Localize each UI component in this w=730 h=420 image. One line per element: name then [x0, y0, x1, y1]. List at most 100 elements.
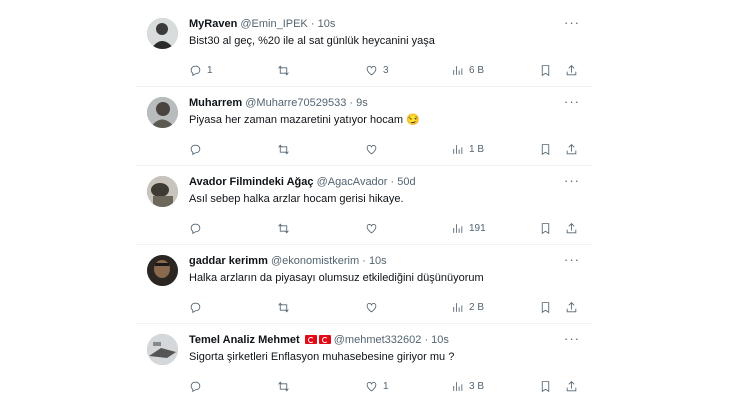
retweet-button[interactable] — [277, 62, 295, 78]
like-button[interactable] — [365, 141, 383, 157]
user-handle[interactable]: @mehmet332602 — [334, 334, 422, 346]
share-button[interactable] — [565, 220, 578, 236]
reply-icon — [190, 223, 201, 234]
bookmark-icon — [541, 301, 550, 313]
reply-button[interactable] — [189, 220, 207, 236]
more-icon[interactable]: ··· — [564, 16, 580, 29]
views-count: 191 — [469, 222, 486, 234]
retweet-icon — [278, 301, 289, 313]
bookmark-button[interactable] — [539, 299, 552, 315]
action-bar: 2 B — [189, 299, 581, 315]
timestamp[interactable]: 10s — [318, 18, 336, 30]
more-icon[interactable]: ··· — [564, 95, 580, 108]
tweet-text: Halka arzların da piyasayı olumsuz etkil… — [189, 272, 484, 284]
avatar[interactable] — [147, 255, 178, 286]
reply-button[interactable]: 1 — [189, 62, 213, 78]
share-button[interactable] — [565, 141, 578, 157]
retweet-button[interactable] — [277, 220, 295, 236]
more-icon[interactable]: ··· — [564, 332, 580, 345]
timestamp[interactable]: 10s — [431, 334, 449, 346]
like-button[interactable]: 3 — [365, 62, 389, 78]
reply-count: 1 — [207, 64, 213, 76]
tweet-text: Piyasa her zaman mazaretini yatıyor hoca… — [189, 114, 420, 126]
bookmark-icon — [541, 380, 550, 392]
bookmark-button[interactable] — [539, 141, 552, 157]
share-icon — [566, 64, 577, 75]
views-button[interactable]: 2 B — [451, 299, 484, 315]
tweet-text: Sigorta şirketleri Enflasyon muhasebesin… — [189, 351, 455, 363]
action-bar: 1 3 6 B — [189, 62, 581, 78]
user-handle[interactable]: @ekonomistkerim — [271, 255, 359, 267]
share-button[interactable] — [565, 62, 578, 78]
display-name[interactable]: gaddar kerimm — [189, 255, 268, 267]
views-button[interactable]: 3 B — [451, 378, 484, 394]
views-button[interactable]: 191 — [451, 220, 486, 236]
views-button[interactable]: 6 B — [451, 62, 484, 78]
tweet[interactable]: gaddar kerimm @ekonomistkerim · 10s ··· … — [135, 245, 592, 324]
timestamp[interactable]: 9s — [356, 97, 368, 109]
heart-icon — [366, 144, 377, 154]
tweet[interactable]: MyRaven @Emin_IPEK · 10s ··· Bist30 al g… — [135, 8, 592, 87]
tweet[interactable]: Avador Filmindeki Ağaç @AgacAvador · 50d… — [135, 166, 592, 245]
retweet-button[interactable] — [277, 378, 295, 394]
heart-icon — [366, 302, 377, 312]
like-count: 3 — [383, 64, 389, 76]
bookmark-icon — [541, 222, 550, 234]
separator-dot: · — [349, 97, 354, 109]
share-button[interactable] — [565, 299, 578, 315]
reply-button[interactable] — [189, 141, 207, 157]
tweet-text: Bist30 al geç, %20 ile al sat günlük hey… — [189, 35, 435, 47]
heart-icon — [366, 223, 377, 233]
bookmark-button[interactable] — [539, 378, 552, 394]
bookmark-button[interactable] — [539, 220, 552, 236]
timestamp[interactable]: 50d — [397, 176, 415, 188]
views-count: 2 B — [469, 301, 485, 313]
action-bar: 191 — [189, 220, 581, 236]
avatar[interactable] — [147, 334, 178, 365]
like-button[interactable] — [365, 299, 383, 315]
retweet-button[interactable] — [277, 299, 295, 315]
display-name[interactable]: Muharrem — [189, 97, 242, 109]
tweet-header: Muharrem @Muharre70529533 · 9s — [189, 96, 580, 111]
turkey-flag-icon — [304, 335, 317, 344]
tweet-header: gaddar kerimm @ekonomistkerim · 10s — [189, 254, 580, 269]
avatar[interactable] — [147, 97, 178, 128]
share-button[interactable] — [565, 378, 578, 394]
tweet[interactable]: Temel Analiz Mehmet @mehmet332602 · 10s … — [135, 324, 592, 402]
more-icon[interactable]: ··· — [564, 253, 580, 266]
user-handle[interactable]: @AgacAvador — [317, 176, 388, 188]
action-bar: 1 3 B — [189, 378, 581, 394]
tweet-header: Avador Filmindeki Ağaç @AgacAvador · 50d — [189, 175, 580, 190]
bookmark-button[interactable] — [539, 62, 552, 78]
views-button[interactable]: 1 B — [451, 141, 484, 157]
retweet-icon — [278, 64, 289, 76]
timestamp[interactable]: 10s — [369, 255, 387, 267]
share-icon — [566, 222, 577, 233]
user-handle[interactable]: @Muharre70529533 — [245, 97, 346, 109]
reply-button[interactable] — [189, 378, 207, 394]
views-icon — [453, 65, 463, 75]
reply-feed: MyRaven @Emin_IPEK · 10s ··· Bist30 al g… — [135, 8, 592, 402]
user-handle[interactable]: @Emin_IPEK — [240, 18, 307, 30]
action-bar: 1 B — [189, 141, 581, 157]
display-name[interactable]: Avador Filmindeki Ağaç — [189, 176, 314, 188]
display-name[interactable]: MyRaven — [189, 18, 237, 30]
more-icon[interactable]: ··· — [564, 174, 580, 187]
views-count: 1 B — [469, 143, 485, 155]
avatar[interactable] — [147, 176, 178, 207]
display-name[interactable]: Temel Analiz Mehmet — [189, 334, 300, 346]
reply-button[interactable] — [189, 299, 207, 315]
reply-icon — [190, 381, 201, 392]
retweet-button[interactable] — [277, 141, 295, 157]
tweet[interactable]: Muharrem @Muharre70529533 · 9s ··· Piyas… — [135, 87, 592, 166]
reply-icon — [190, 302, 201, 313]
like-button[interactable] — [365, 220, 383, 236]
bookmark-icon — [541, 64, 550, 76]
avatar[interactable] — [147, 18, 178, 49]
separator-dot: · — [390, 176, 395, 188]
views-icon — [453, 381, 463, 391]
views-icon — [453, 223, 463, 233]
turkey-flag-icon — [318, 335, 331, 344]
like-button[interactable]: 1 — [365, 378, 389, 394]
tweet-header: Temel Analiz Mehmet @mehmet332602 · 10s — [189, 333, 580, 348]
